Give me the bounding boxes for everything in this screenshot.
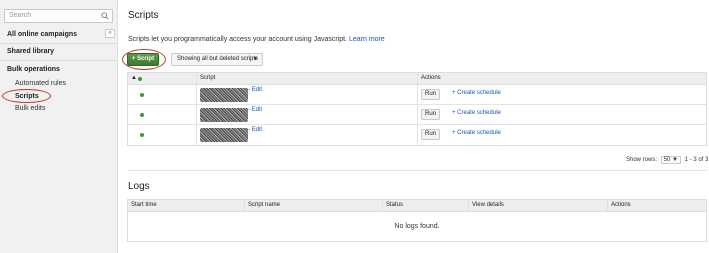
column-header-status[interactable]: Status: [386, 202, 403, 208]
show-rows-label: Show rows:: [626, 157, 658, 163]
create-schedule-link[interactable]: + Create schedule: [452, 110, 501, 116]
page-range: 1 - 3 of 3: [684, 157, 709, 163]
empty-state-message: No logs found.: [394, 223, 440, 230]
script-filter-dropdown[interactable]: Showing all but deleted scripts ▼: [171, 53, 263, 66]
column-divider: [417, 85, 418, 104]
status-enabled-icon: [140, 93, 144, 97]
edit-script-link[interactable]: - Edit: [248, 87, 262, 93]
table-row: - Edit Run + Create schedule: [128, 125, 706, 145]
table-row: - Edit Run + Create schedule: [128, 105, 706, 125]
annotation-circle: [122, 49, 166, 70]
annotation-circle: [2, 89, 51, 103]
chevron-down-icon: ▼: [253, 56, 258, 62]
main-content: Scripts Scripts let you programmatically…: [118, 0, 709, 253]
column-divider: [382, 200, 383, 211]
chevron-down-icon: ▼: [672, 157, 678, 163]
column-divider: [417, 105, 418, 124]
rows-per-page-value: 50: [663, 157, 671, 163]
edit-link-label: Edit: [251, 107, 263, 113]
column-divider: [468, 200, 469, 211]
column-divider: [417, 73, 418, 84]
status-enabled-icon: [140, 113, 144, 117]
run-button[interactable]: Run: [421, 89, 440, 100]
divider: [0, 60, 117, 61]
nav-bulk-operations[interactable]: Bulk operations: [7, 66, 60, 73]
collapse-sidebar-button[interactable]: «: [105, 29, 115, 38]
logs-table: Start time Script name Status View detai…: [127, 199, 707, 242]
column-divider: [417, 125, 418, 145]
column-divider: [196, 125, 197, 145]
run-button[interactable]: Run: [421, 129, 440, 140]
status-header-icon: [138, 77, 142, 81]
divider: [0, 43, 117, 44]
page-description: Scripts let you programmatically access …: [128, 36, 385, 43]
redacted-script-name: [200, 88, 248, 102]
table-row: - Edit Run + Create schedule: [128, 85, 706, 105]
rows-per-page-select[interactable]: 50 ▼: [660, 156, 681, 164]
redacted-script-name: [200, 108, 248, 122]
run-button[interactable]: Run: [421, 109, 440, 120]
sort-indicator-icon[interactable]: ▲: [131, 75, 137, 81]
separator-dash: -: [248, 127, 250, 133]
status-enabled-icon: [140, 133, 144, 137]
search-input[interactable]: Search: [4, 9, 113, 23]
search-placeholder: Search: [9, 12, 32, 19]
nav-all-campaigns[interactable]: All online campaigns: [7, 31, 77, 38]
separator-dash: -: [248, 87, 250, 93]
create-schedule-link[interactable]: + Create schedule: [452, 130, 501, 136]
edit-script-link[interactable]: - Edit: [248, 127, 262, 133]
pagination: Show rows: 50 ▼ 1 - 3 of 3: [626, 156, 708, 164]
create-schedule-link[interactable]: + Create schedule: [452, 90, 501, 96]
nav-shared-library[interactable]: Shared library: [7, 48, 54, 55]
column-divider: [607, 200, 608, 211]
column-divider: [196, 85, 197, 104]
table-header: Start time Script name Status View detai…: [128, 200, 706, 212]
edit-script-link[interactable]: - Edit: [248, 107, 262, 113]
logs-title: Logs: [128, 181, 150, 192]
search-icon[interactable]: [101, 12, 109, 20]
description-text: Scripts let you programmatically access …: [128, 36, 348, 43]
column-divider: [196, 105, 197, 124]
column-header-script-name[interactable]: Script name: [248, 202, 280, 208]
learn-more-link[interactable]: Learn more: [349, 36, 385, 43]
column-header-script[interactable]: Script: [200, 75, 215, 81]
column-header-actions: Actions: [421, 75, 441, 81]
scripts-table: ▲ Script Actions - Edit Run + Create sch…: [127, 72, 707, 146]
nav-bulk-edits[interactable]: Bulk edits: [15, 105, 45, 112]
column-header-view-details: View details: [472, 202, 504, 208]
column-header-actions: Actions: [611, 202, 631, 208]
redacted-script-name: [200, 128, 248, 142]
section-divider: [128, 170, 707, 171]
column-divider: [196, 73, 197, 84]
page-title: Scripts: [128, 10, 159, 21]
separator-dash: -: [248, 107, 250, 113]
table-header: ▲ Script Actions: [128, 73, 706, 85]
sidebar: Search « All online campaigns Shared lib…: [0, 0, 118, 253]
column-header-start-time[interactable]: Start time: [131, 202, 157, 208]
filter-label: Showing all but deleted scripts: [177, 56, 259, 62]
column-divider: [244, 200, 245, 211]
edit-link-label: Edit: [251, 127, 263, 133]
nav-automated-rules[interactable]: Automated rules: [15, 80, 66, 87]
edit-link-label: Edit: [251, 87, 263, 93]
